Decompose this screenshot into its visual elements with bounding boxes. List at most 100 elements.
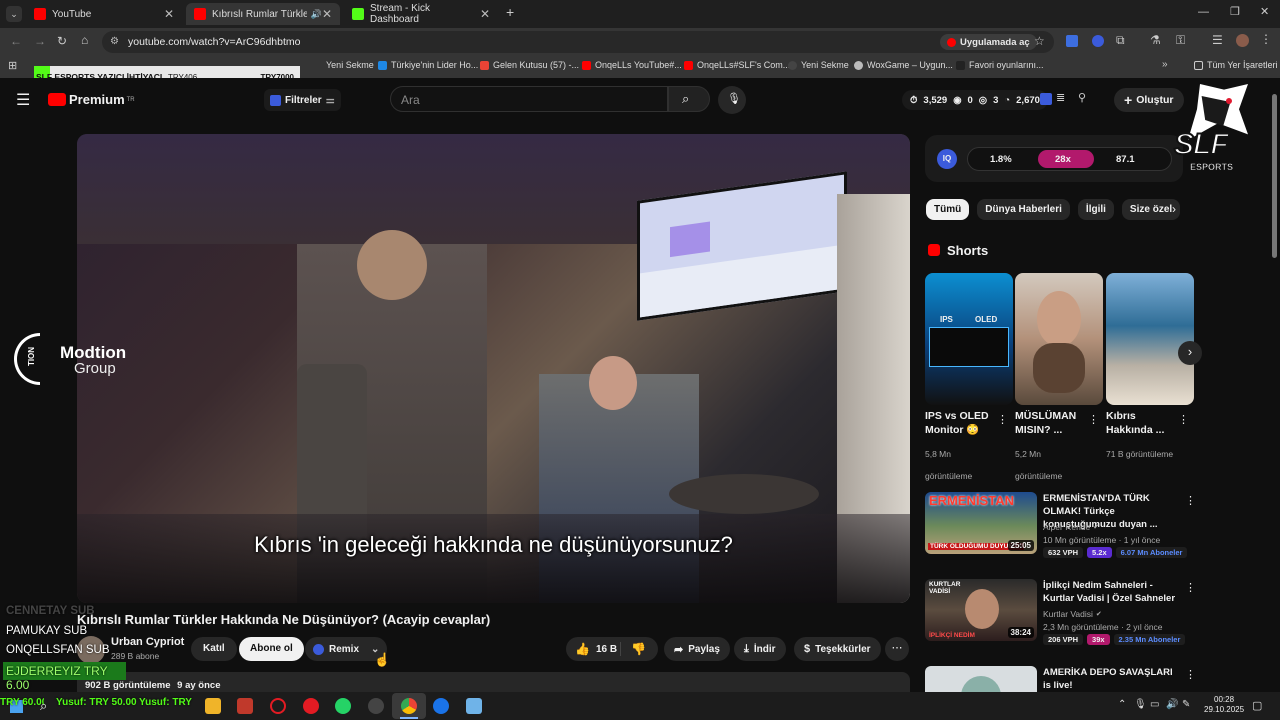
search-icon[interactable]: ⌕ <box>40 698 47 714</box>
short-title[interactable]: IPS vs OLED Monitor 😳 <box>925 410 995 437</box>
opera-icon[interactable] <box>270 698 286 714</box>
tab-current-video[interactable]: Kıbrıslı Rumlar Türkler Hakkı 🔊 ✕ <box>186 3 340 25</box>
volume-icon[interactable]: 🔊 <box>1166 699 1178 710</box>
rec-title[interactable]: AMERİKA DEPO SAVAŞLARI is live! <box>1043 667 1183 693</box>
reading-list-icon[interactable]: ☰ <box>1212 33 1223 47</box>
media-app-icon[interactable] <box>237 698 253 714</box>
thanks-button[interactable]: $ Teşekkürler <box>794 637 881 661</box>
clock[interactable]: 00:28 29.10.2025 <box>1204 695 1244 716</box>
more-actions-icon[interactable]: ⋯ <box>885 637 909 661</box>
tray-chevron-icon[interactable]: ⌃ <box>1118 699 1126 710</box>
youtube-premium-logo[interactable]: Premium TR <box>48 92 135 107</box>
chip-world-news[interactable]: Dünya Haberleri <box>977 199 1070 220</box>
description-box[interactable]: 902 B görüntüleme 9 ay önce <box>77 672 910 692</box>
rec-menu-icon[interactable]: ⋮ <box>1185 668 1196 681</box>
close-window-icon[interactable]: ✕ <box>1260 5 1269 18</box>
extension-tool-icon[interactable]: ⚗ <box>1150 33 1161 47</box>
forward-icon[interactable]: → <box>34 34 46 48</box>
subscribe-button[interactable]: Abone ol <box>239 637 304 661</box>
restore-icon[interactable]: ❐ <box>1230 5 1240 18</box>
notification-icon[interactable]: ▢ <box>1252 699 1262 712</box>
short-menu-icon[interactable]: ⋮ <box>997 413 1008 426</box>
new-tab-icon[interactable]: + <box>506 4 514 20</box>
apps-grid-icon[interactable]: ⊞ <box>8 59 17 72</box>
extensions-icon[interactable]: ⧉ <box>1116 33 1125 48</box>
short-title[interactable]: MÜSLÜMAN MISIN? ... <box>1015 410 1085 437</box>
rec-title[interactable]: İplikçi Nedim Sahneleri - Kurtlar Vadisi… <box>1043 580 1183 606</box>
rec-thumb[interactable]: KURTLAR VADİSİ İPLİKÇİ NEDİM 38:24 <box>925 579 1037 641</box>
file-explorer-icon[interactable] <box>205 698 221 714</box>
reload-icon[interactable]: ↻ <box>57 34 67 48</box>
bookmark-item[interactable]: OnqeLLs YouTube#... <box>582 60 682 70</box>
bookmark-item[interactable]: Favori oyunlarını... <box>956 60 1044 70</box>
short-thumb-musluman[interactable] <box>1015 273 1103 405</box>
search-button[interactable]: ⌕ <box>668 86 710 112</box>
tab-search-icon[interactable]: ⌄ <box>6 6 22 22</box>
network-icon[interactable]: ▭ <box>1150 699 1159 710</box>
dislike-icon[interactable]: 👎 <box>620 642 646 656</box>
tab-kick-dashboard[interactable]: Stream - Kick Dashboard ✕ <box>344 3 498 25</box>
like-icon[interactable]: 👍 <box>575 642 590 656</box>
page-scrollbar[interactable] <box>1272 94 1277 258</box>
share-button[interactable]: ➦ Paylaş <box>664 637 730 661</box>
shorts-next-icon[interactable]: › <box>1178 341 1202 365</box>
rec-channel[interactable]: Alper Rende ✔ <box>1043 522 1099 532</box>
short-menu-icon[interactable]: ⋮ <box>1178 413 1189 426</box>
chrome-menu-icon[interactable]: ⋮ <box>1260 32 1272 46</box>
short-menu-icon[interactable]: ⋮ <box>1088 413 1099 426</box>
chrome-icon[interactable] <box>401 698 417 714</box>
notepad-icon[interactable] <box>466 698 482 714</box>
list-icon[interactable]: ≣ <box>1056 91 1065 104</box>
hamburger-menu-icon[interactable]: ☰ <box>16 90 30 110</box>
iq-extension-icon[interactable] <box>1040 93 1052 105</box>
short-thumb-kibris[interactable] <box>1106 273 1194 405</box>
all-bookmarks[interactable]: Tüm Yer İşaretleri <box>1194 60 1278 70</box>
pen-icon[interactable]: ✎ <box>1182 699 1190 710</box>
extension-iq-icon[interactable] <box>1092 35 1104 47</box>
youtube-music-icon[interactable] <box>303 698 319 714</box>
close-tab-icon[interactable]: ✕ <box>164 7 174 21</box>
search-input[interactable]: Ara <box>390 86 668 112</box>
extension-key-icon[interactable]: ⚿ <box>1176 33 1185 48</box>
bookmark-star-icon[interactable]: ☆ <box>1034 34 1045 48</box>
whatsapp-icon[interactable] <box>335 698 351 714</box>
chip-all[interactable]: Tümü <box>926 199 970 220</box>
back-icon[interactable]: ← <box>10 34 22 48</box>
bookmark-item[interactable]: Yeni Sekme <box>788 60 849 70</box>
rec-menu-icon[interactable]: ⋮ <box>1185 581 1196 594</box>
filters-button[interactable]: Filtreler ⚌ <box>264 89 341 111</box>
home-icon[interactable]: ⌂ <box>81 33 88 47</box>
bookmark-item[interactable]: Yeni Sekme <box>326 60 374 70</box>
channel-name[interactable]: Urban Cypriot <box>111 636 184 648</box>
rocket-icon[interactable]: ⚲ <box>1078 91 1086 104</box>
bookmarks-overflow-icon[interactable]: » <box>1162 59 1168 70</box>
site-info-icon[interactable]: ⚙ <box>110 36 119 47</box>
tab-youtube[interactable]: YouTube ✕ <box>26 3 182 25</box>
minimize-icon[interactable]: — <box>1198 6 1209 18</box>
close-tab-icon[interactable]: ✕ <box>322 7 332 21</box>
rec-channel[interactable]: Kurtlar Vadisi ✔ <box>1043 609 1102 619</box>
extension-translate-icon[interactable] <box>1066 35 1078 47</box>
chips-next-icon[interactable]: › <box>1172 202 1176 216</box>
short-thumb-ips-oled[interactable]: IPS OLED <box>925 273 1013 405</box>
speaker-icon[interactable]: 🔊 <box>311 9 322 20</box>
create-button[interactable]: + Oluştur <box>1114 88 1184 112</box>
open-in-app-button[interactable]: Uygulamada aç <box>940 34 1037 50</box>
short-title[interactable]: Kıbrıs Hakkında ... <box>1106 410 1176 437</box>
app-icon[interactable] <box>433 698 449 714</box>
video-player[interactable]: Kıbrıs 'in geleceği hakkında ne düşünüyo… <box>77 134 910 603</box>
close-tab-icon[interactable]: ✕ <box>480 7 490 21</box>
join-button[interactable]: Katıl <box>191 637 237 661</box>
rec-thumb[interactable] <box>925 666 1037 692</box>
profile-avatar[interactable] <box>1236 34 1249 47</box>
rec-thumb[interactable]: ERMENİSTAN TÜRK OLDUĞUMU DUYUNCA 25:05 <box>925 492 1037 554</box>
rec-menu-icon[interactable]: ⋮ <box>1185 494 1196 507</box>
chip-related[interactable]: İlgili <box>1077 199 1114 220</box>
like-count[interactable]: 16 B <box>596 644 617 655</box>
voice-search-button[interactable]: 🎙 <box>718 86 746 114</box>
download-button[interactable]: ⤓ İndir <box>734 637 786 661</box>
bookmark-item[interactable]: Gelen Kutusu (57) -... <box>480 60 579 70</box>
obs-icon[interactable] <box>368 698 384 714</box>
address-bar[interactable]: ⚙ youtube.com/watch?v=ArC96dhbtmo Uygula… <box>102 31 1054 53</box>
mic-tray-icon[interactable]: 🎙 <box>1134 699 1147 710</box>
